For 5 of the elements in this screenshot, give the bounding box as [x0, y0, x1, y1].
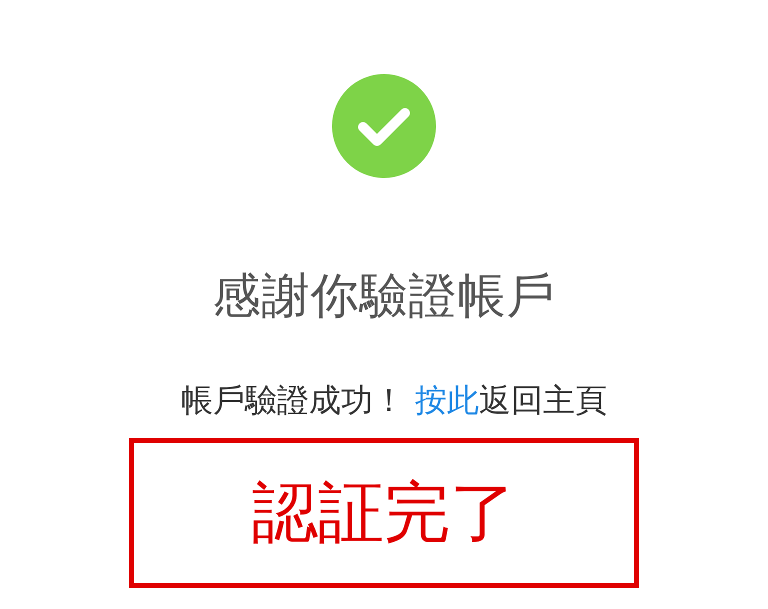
- home-link[interactable]: 按此: [415, 381, 480, 419]
- page-title: 感謝你驗證帳戶: [212, 267, 556, 326]
- check-icon: [332, 74, 436, 178]
- success-message: 帳戶驗證成功！ 按此返回主頁: [180, 380, 608, 420]
- annotation-box: 認証完了: [129, 438, 639, 588]
